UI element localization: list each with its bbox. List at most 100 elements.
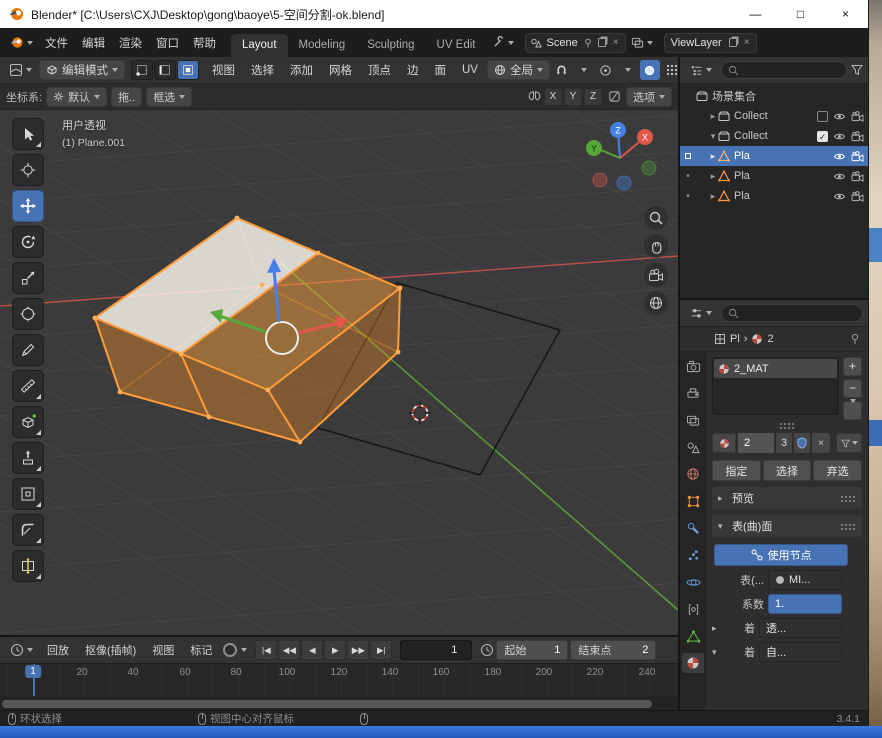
viewlayer-icon-button[interactable] [626, 34, 658, 51]
menu-face[interactable]: 面 [428, 59, 454, 81]
render-camera-icon[interactable] [851, 131, 864, 142]
mirror-z-toggle[interactable]: Z [584, 88, 602, 106]
tool-select-box[interactable] [12, 118, 44, 150]
outliner-editor-type-button[interactable] [685, 62, 717, 79]
snap-active-toggle[interactable] [640, 60, 660, 80]
disclosure-icon[interactable]: ▾ [708, 131, 718, 142]
snap-magnet-button[interactable] [552, 60, 572, 80]
tool-measure[interactable] [12, 370, 44, 402]
render-camera-icon[interactable] [851, 171, 864, 182]
browse-material-button[interactable] [712, 433, 736, 453]
tool-cursor[interactable] [12, 154, 44, 186]
editor-type-button[interactable] [4, 61, 37, 79]
zoom-button[interactable] [644, 206, 668, 230]
drag-dropdown[interactable]: 拖.. [111, 87, 142, 107]
mirror-x-toggle[interactable]: X [544, 88, 562, 106]
menu-file[interactable]: 文件 [38, 32, 75, 54]
menu-window[interactable]: 窗口 [149, 32, 186, 54]
nav-y-neg-ball[interactable] [642, 161, 656, 175]
tool-extrude[interactable] [12, 442, 44, 474]
menu-playback[interactable]: 回放 [40, 639, 76, 661]
proportional-edit-button[interactable] [596, 60, 616, 80]
tab-uv-edit[interactable]: UV Edit [426, 34, 487, 57]
properties-search-input[interactable] [721, 304, 863, 322]
frame-start-field[interactable]: 起始 1 [496, 640, 568, 660]
eye-icon[interactable] [833, 172, 846, 181]
close-button[interactable]: × [823, 0, 868, 28]
surface-shader-dropdown[interactable]: MI... [768, 570, 842, 590]
viewlayer-selector[interactable]: ViewLayer × [664, 33, 757, 53]
viewport-3d[interactable]: Z X Y 用户透视 (1) Plane.001 [0, 110, 678, 635]
material-filter-dropdown[interactable] [836, 433, 862, 453]
outliner-row-plane-2[interactable]: • ▸ Pla [680, 166, 868, 186]
tab-constraints[interactable] [682, 599, 704, 619]
nav-z-neg-ball[interactable] [617, 176, 631, 190]
surface-panel-header[interactable]: ▾ 表(曲)面 [712, 515, 862, 537]
outliner-search-input[interactable] [721, 61, 847, 79]
properties-editor-type-button[interactable] [685, 305, 717, 322]
jump-to-end-button[interactable]: ▶| [370, 640, 392, 660]
tab-view-layer[interactable] [682, 410, 704, 430]
collection-checkbox[interactable]: ✓ [817, 131, 828, 142]
tab-modifiers[interactable] [682, 518, 704, 538]
shader2-dropdown[interactable]: 自... [759, 642, 842, 662]
slot-specials-button[interactable] [843, 401, 862, 420]
current-frame-field[interactable]: 1 [400, 640, 472, 660]
list-resize-grip[interactable] [779, 422, 795, 429]
new-viewlayer-icon[interactable] [729, 38, 737, 47]
unlink-material-button[interactable]: × [812, 433, 830, 453]
menu-select[interactable]: 选择 [244, 59, 281, 81]
use-nodes-button[interactable]: 使用节点 [714, 544, 848, 566]
scene-selector[interactable]: Scene × [525, 33, 626, 53]
scrollbar-thumb[interactable] [2, 700, 652, 708]
tab-output[interactable] [682, 383, 704, 403]
timeline-ruler[interactable]: 20 40 60 80 100 120 140 160 180 200 220 … [0, 663, 678, 696]
disclosure-icon[interactable]: ▸ [708, 191, 718, 202]
mode-dropdown[interactable]: 编辑模式 [39, 60, 125, 80]
tool-add-cube[interactable] [12, 406, 44, 438]
menu-keying[interactable]: 抠像(插帧) [78, 639, 143, 661]
navigation-gizmo[interactable]: Z X Y [586, 122, 656, 190]
new-scene-icon[interactable] [598, 38, 606, 47]
tab-physics[interactable] [682, 572, 704, 592]
edge-select-button[interactable] [154, 60, 176, 80]
disclosure-icon[interactable]: ▸ [708, 171, 718, 182]
disclosure-icon[interactable]: ▸ [708, 111, 718, 122]
tool-bevel[interactable] [12, 514, 44, 546]
playhead-frame-badge[interactable]: 1 [25, 665, 41, 678]
timeline-editor-type-button[interactable] [5, 641, 38, 659]
material-name-field[interactable]: 2 [738, 433, 774, 453]
pan-hand-button[interactable] [644, 234, 668, 258]
disclosure-icon[interactable]: ▸ [708, 151, 718, 162]
menu-mesh[interactable]: 网格 [322, 59, 359, 81]
remove-viewlayer-icon[interactable]: × [742, 37, 752, 48]
minimize-button[interactable]: — [733, 0, 778, 28]
material-slot-active[interactable]: 2_MAT [714, 359, 837, 378]
eye-icon[interactable] [833, 112, 846, 121]
outliner-row-plane-active[interactable]: ▸ Pla [680, 146, 868, 166]
play-button[interactable]: ▶ [324, 640, 346, 660]
outliner-row-collection-2[interactable]: ▾ Collect ✓ [680, 126, 868, 146]
play-reverse-button[interactable]: ◀ [301, 640, 323, 660]
disclosure-icon[interactable]: ▾ [712, 647, 721, 658]
menu-vertex[interactable]: 顶点 [361, 59, 398, 81]
vertex-select-button[interactable] [131, 60, 153, 80]
tab-material[interactable] [682, 653, 704, 673]
tool-inset-faces[interactable] [12, 478, 44, 510]
falloff-button[interactable] [604, 87, 624, 107]
material-user-count[interactable]: 3 [776, 433, 792, 453]
unlink-scene-icon[interactable]: × [611, 37, 621, 48]
tab-object-data[interactable] [682, 626, 704, 646]
breadcrumb-object[interactable]: Pl [730, 333, 740, 345]
maximize-button[interactable]: □ [778, 0, 823, 28]
add-slot-button[interactable]: + [843, 357, 862, 376]
factor-slider[interactable]: 1. [768, 594, 842, 614]
filter-funnel-icon[interactable] [851, 64, 863, 76]
timeline-scrollbar[interactable] [0, 696, 678, 710]
render-camera-icon[interactable] [851, 151, 864, 162]
select-button[interactable]: 选择 [763, 460, 812, 481]
tool-rotate[interactable] [12, 226, 44, 258]
eye-icon[interactable] [833, 152, 846, 161]
assign-button[interactable]: 指定 [712, 460, 761, 481]
tab-render[interactable] [682, 356, 704, 376]
